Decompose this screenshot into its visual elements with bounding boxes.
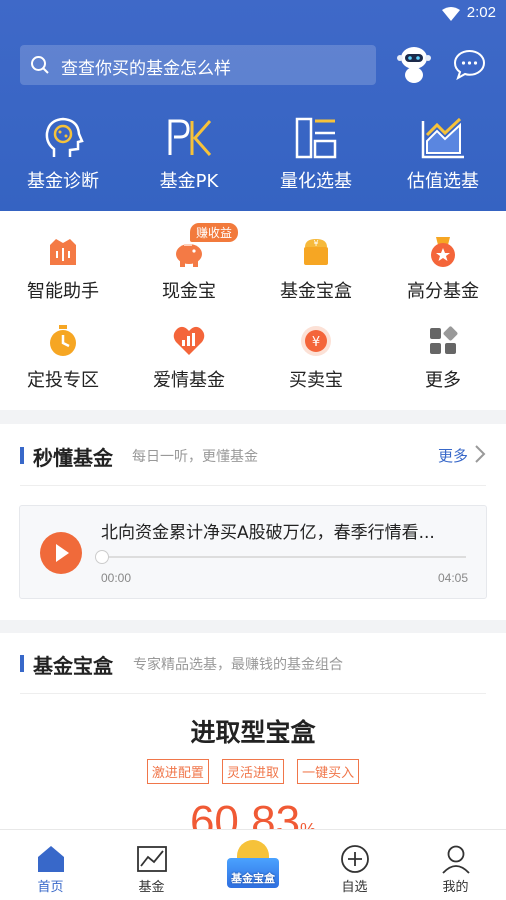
nav-quant-select[interactable]: 量化选基	[253, 115, 379, 193]
grid-item-trade[interactable]: ¥ 买卖宝	[253, 324, 379, 392]
more-grid-icon	[430, 326, 458, 354]
fund-box-section: 基金宝盒 专家精品选基，最赚钱的基金组合 进取型宝盒 激进配置 灵活进取 一键买…	[0, 633, 506, 846]
section-marker	[20, 655, 24, 672]
grid-item-label: 爱情基金	[153, 370, 225, 391]
search-input[interactable]: 查查你买的基金怎么样	[20, 45, 376, 85]
grid-item-label: 基金宝盒	[280, 281, 352, 302]
tab-fund[interactable]: 基金	[101, 830, 202, 900]
audio-section-title: 秒懂基金	[33, 446, 113, 470]
top-nav: 基金诊断 基金PK 量化选基 估值选基	[0, 115, 506, 195]
plus-circle-icon	[340, 845, 369, 873]
home-icon	[37, 846, 64, 872]
time-total: 04:05	[437, 571, 468, 585]
svg-text:¥: ¥	[313, 239, 318, 248]
grid-item-more[interactable]: 更多	[380, 324, 506, 392]
status-time: 2:02	[466, 4, 496, 21]
search-icon	[31, 56, 49, 74]
header: 2:02 查查你买的基金怎么样 基金诊断 基金PK 量化选基 估值选基	[0, 0, 506, 211]
play-icon	[56, 544, 69, 562]
nav-valuation-select[interactable]: 估值选基	[380, 115, 506, 193]
grid-item-fixed-invest[interactable]: 定投专区	[0, 324, 126, 392]
audio-section-subtitle: 每日一听，更懂基金	[132, 449, 258, 465]
stopwatch-icon	[50, 325, 76, 356]
treasure-box-icon: ¥	[304, 239, 328, 265]
grid-item-assistant[interactable]: 智能助手	[0, 235, 126, 303]
grid-item-label: 更多	[425, 370, 461, 391]
tag: 激进配置	[146, 759, 209, 784]
grid-item-label: 现金宝	[162, 281, 216, 302]
grid-item-label: 定投专区	[27, 370, 99, 391]
box-section-subtitle: 专家精品选基，最赚钱的基金组合	[133, 657, 343, 673]
progress-track[interactable]	[102, 556, 466, 558]
box-section-title: 基金宝盒	[33, 654, 113, 678]
quant-chart-icon	[295, 117, 337, 159]
tab-watchlist[interactable]: 自选	[304, 830, 405, 900]
chevron-right-icon[interactable]	[474, 444, 486, 464]
feature-grid: 智能助手 现金宝 ¥ 基金宝盒 高分基金 定投专区 爱情基金 ¥ 买卖宝 更多	[0, 211, 506, 410]
nav-fund-diagnosis[interactable]: 基金诊断	[0, 115, 126, 193]
tab-label: 首页	[37, 880, 64, 895]
audio-player[interactable]: 北向资金累计净买A股破万亿，春季行情看... 00:00 04:05	[19, 505, 487, 599]
exchange-icon: ¥	[301, 326, 331, 356]
assistant-icon	[50, 239, 76, 265]
nav-fund-pk[interactable]: 基金PK	[126, 115, 252, 193]
nav-fund-pk-label: 基金PK	[159, 171, 219, 192]
grid-item-label: 智能助手	[27, 281, 99, 302]
status-bar: 2:02	[0, 0, 506, 30]
valuation-chart-icon	[421, 117, 464, 159]
svg-text:¥: ¥	[312, 335, 320, 350]
nav-valuation-select-label: 估值选基	[407, 171, 479, 192]
tab-label: 基金宝盒	[231, 872, 275, 885]
robot-assistant-icon[interactable]	[395, 44, 433, 84]
play-button[interactable]	[40, 532, 82, 574]
user-icon	[441, 845, 470, 874]
track-title[interactable]: 北向资金累计净买A股破万亿，春季行情看...	[101, 518, 471, 543]
tag: 一键买入	[297, 759, 360, 784]
divider	[20, 485, 486, 486]
medal-icon	[431, 237, 455, 267]
more-link[interactable]: 更多	[438, 445, 468, 466]
search-placeholder: 查查你买的基金怎么样	[61, 59, 231, 79]
time-elapsed: 00:00	[101, 571, 132, 585]
divider	[20, 693, 486, 694]
grid-item-high-score[interactable]: 高分基金	[380, 235, 506, 303]
line-chart-icon	[136, 846, 167, 872]
wifi-icon	[442, 7, 460, 21]
brain-head-icon	[45, 117, 84, 157]
grid-item-love-fund[interactable]: 爱情基金	[126, 324, 252, 392]
message-icon[interactable]	[453, 48, 486, 81]
grid-item-cash[interactable]: 现金宝	[126, 235, 252, 303]
tab-label: 基金	[138, 880, 165, 895]
tab-label: 自选	[341, 880, 368, 895]
tag: 灵活进取	[221, 759, 284, 784]
section-marker	[20, 447, 24, 464]
box-tags: 激进配置 灵活进取 一键买入	[0, 759, 506, 784]
progress-knob[interactable]	[95, 550, 109, 564]
tab-label: 我的	[442, 880, 469, 895]
tab-fund-box[interactable]: 基金宝盒	[227, 838, 279, 894]
pk-icon	[168, 119, 212, 156]
grid-item-label: 高分基金	[407, 281, 479, 302]
grid-item-label: 买卖宝	[289, 370, 343, 391]
heart-chart-icon	[173, 326, 205, 355]
grid-item-treasure-box[interactable]: ¥ 基金宝盒	[253, 235, 379, 303]
box-name[interactable]: 进取型宝盒	[0, 713, 506, 749]
nav-fund-diagnosis-label: 基金诊断	[27, 171, 99, 192]
tab-mine[interactable]: 我的	[405, 830, 506, 900]
earn-badge: 赚收益	[190, 223, 239, 242]
tab-home[interactable]: 首页	[0, 830, 101, 900]
nav-quant-select-label: 量化选基	[280, 171, 352, 192]
audio-section: 秒懂基金 每日一听，更懂基金 更多 北向资金累计净买A股破万亿，春季行情看...…	[0, 424, 506, 620]
